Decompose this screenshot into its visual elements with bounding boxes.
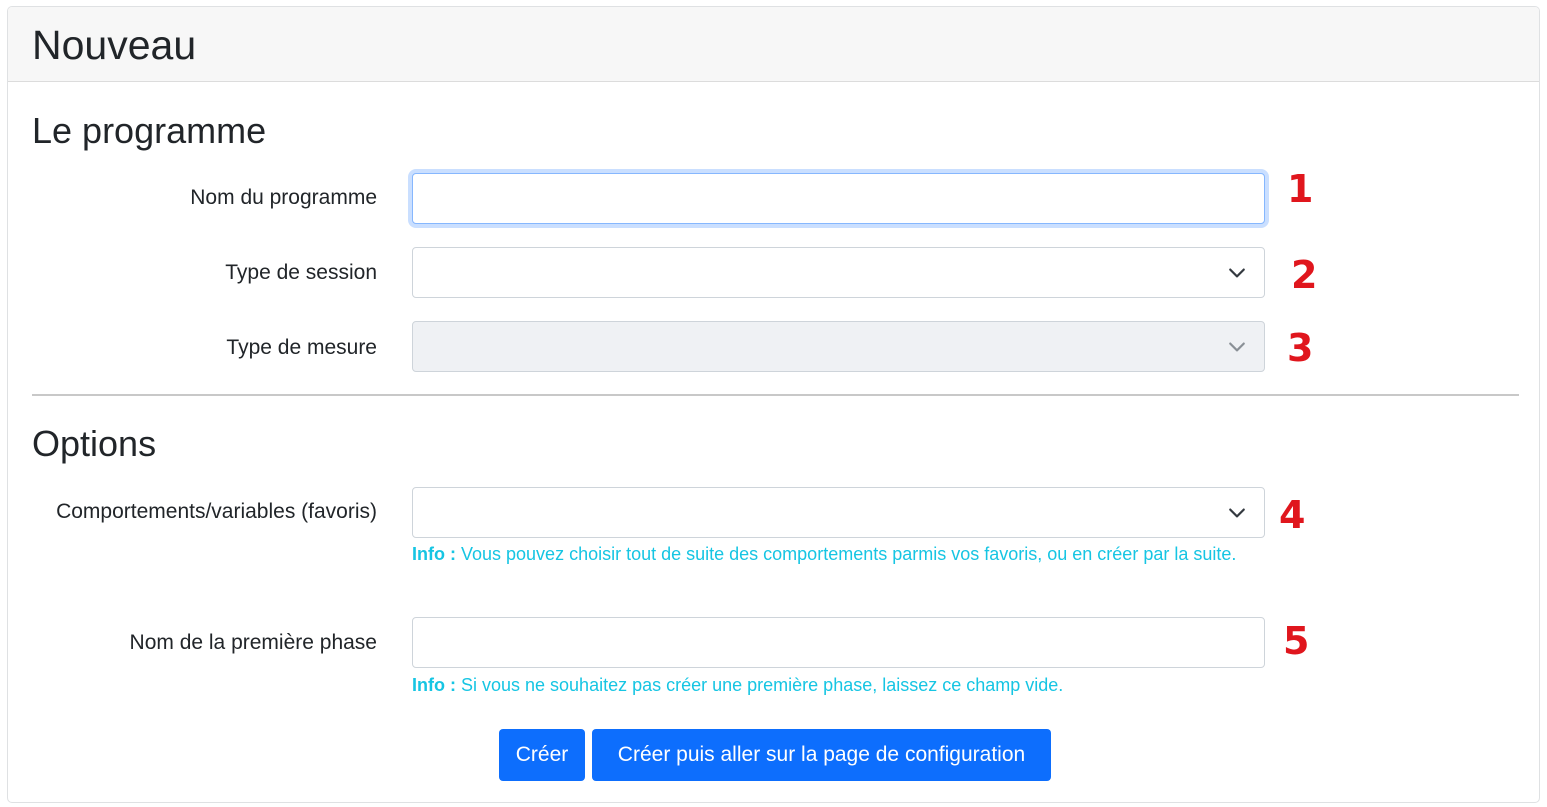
- first-phase-label: Nom de la première phase: [129, 631, 377, 654]
- annotation-1: 1: [1287, 167, 1314, 211]
- measure-type-select: [412, 321, 1265, 372]
- chevron-down-icon: [1229, 342, 1245, 352]
- behaviors-label: Comportements/variables (favoris): [56, 500, 377, 523]
- new-program-card: Nouveau Le programme Nom du programme 1 …: [7, 6, 1540, 803]
- annotation-4: 4: [1279, 493, 1306, 537]
- section-divider: [32, 394, 1519, 396]
- behaviors-help-text: Info : Vous pouvez choisir tout de suite…: [412, 540, 1262, 568]
- measure-type-label: Type de mesure: [226, 336, 377, 359]
- section-title-options: Options: [32, 423, 157, 464]
- session-type-select[interactable]: [412, 247, 1265, 298]
- annotation-5: 5: [1283, 619, 1310, 663]
- section-title-programme: Le programme: [32, 110, 267, 151]
- first-phase-input[interactable]: [412, 617, 1265, 668]
- chevron-down-icon: [1229, 268, 1245, 278]
- chevron-down-icon: [1229, 508, 1245, 518]
- first-phase-help-prefix: Info :: [412, 675, 456, 695]
- behaviors-select[interactable]: [412, 487, 1265, 538]
- behaviors-help-body: Vous pouvez choisir tout de suite des co…: [455, 544, 1237, 564]
- create-button[interactable]: Créer: [499, 729, 585, 781]
- behaviors-help-prefix: Info :: [412, 544, 456, 564]
- annotation-3: 3: [1287, 326, 1314, 370]
- first-phase-help-body: Si vous ne souhaitez pas créer une premi…: [455, 675, 1064, 695]
- annotation-2: 2: [1291, 253, 1318, 297]
- program-name-input[interactable]: [412, 173, 1265, 224]
- create-and-configure-button[interactable]: Créer puis aller sur la page de configur…: [592, 729, 1051, 781]
- card-title: Nouveau: [32, 22, 197, 68]
- program-name-label: Nom du programme: [190, 186, 377, 209]
- card-header: Nouveau: [8, 7, 1539, 82]
- session-type-label: Type de session: [225, 261, 377, 284]
- first-phase-help-text: Info : Si vous ne souhaitez pas créer un…: [412, 671, 1262, 699]
